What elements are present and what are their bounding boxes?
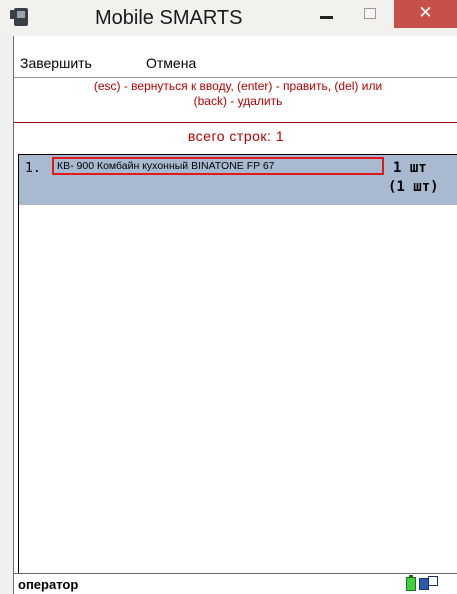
row-product-name: КВ- 900 Комбайн кухонный BINATONE FP 67 — [52, 157, 384, 175]
client-area: Завершить Отмена (esc) - вернуться к вво… — [13, 36, 457, 594]
status-bar: оператор — [14, 573, 457, 594]
row-quantity-planned: (1 шт) — [388, 179, 439, 195]
window-title: Mobile SMARTS — [95, 7, 243, 29]
title-bar[interactable]: Mobile SMARTS ✕ — [0, 0, 457, 36]
user-name: оператор — [18, 577, 79, 592]
menu-divider — [14, 77, 457, 78]
key-hint-line-1: (esc) - вернуться к вводу, (enter) - пра… — [93, 79, 383, 93]
key-hint-line-2: (back) - удалить — [193, 94, 283, 108]
minimize-button[interactable] — [306, 2, 346, 28]
maximize-button[interactable] — [350, 2, 390, 28]
app-window: Mobile SMARTS ✕ Завершить Отмена (esc) -… — [0, 0, 457, 594]
battery-icon — [406, 575, 416, 591]
row-number: 1. — [25, 161, 41, 176]
document-lines-list[interactable]: 1. КВ- 900 Комбайн кухонный BINATONE FP … — [18, 154, 457, 594]
app-icon — [10, 8, 28, 26]
list-item[interactable]: 1. КВ- 900 Комбайн кухонный BINATONE FP … — [19, 155, 457, 205]
row-quantity: 1 шт — [393, 160, 427, 176]
network-icon — [419, 576, 441, 592]
close-button[interactable]: ✕ — [394, 0, 457, 28]
menu-item-finish[interactable]: Завершить — [20, 55, 92, 71]
menu-item-cancel[interactable]: Отмена — [146, 55, 196, 71]
close-icon: ✕ — [418, 3, 433, 23]
hint-divider — [14, 122, 457, 123]
key-hint: (esc) - вернуться к вводу, (enter) - пра… — [14, 79, 457, 109]
menu-bar: Завершить Отмена — [14, 53, 457, 73]
total-rows-label: всего строк: 1 — [187, 128, 285, 144]
